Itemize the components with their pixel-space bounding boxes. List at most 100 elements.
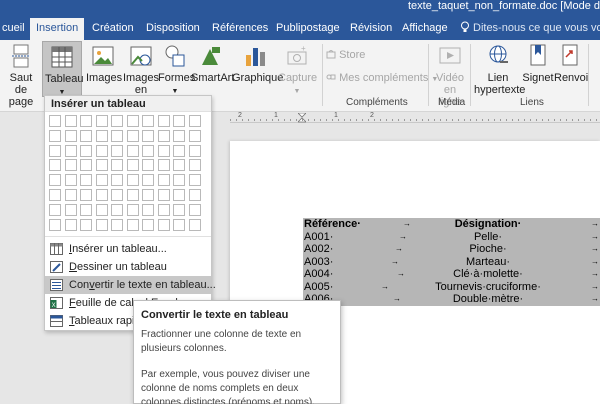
grid-cell[interactable] [188,189,201,201]
grid-cell[interactable] [142,218,154,231]
grid-cell[interactable] [49,189,61,201]
tab-revision[interactable]: Révision [350,18,392,40]
grid-cell[interactable] [111,203,123,216]
grid-cell[interactable] [111,218,123,231]
grid-cell[interactable] [173,189,185,201]
tab-disposition[interactable]: Disposition [146,18,200,40]
grid-cell[interactable] [126,203,139,216]
grid-cell[interactable] [142,144,154,157]
grid-cell[interactable] [95,129,108,142]
grid-cell[interactable] [173,174,185,187]
grid-cell[interactable] [157,203,170,216]
grid-cell[interactable] [64,218,77,231]
grid-cell[interactable] [95,189,108,201]
grid-cell[interactable] [80,218,92,231]
tab-insertion[interactable]: Insertion [30,18,85,40]
grid-cell[interactable] [157,115,170,127]
grid-cell[interactable] [188,218,201,231]
grid-cell[interactable] [111,159,123,172]
grid-cell[interactable] [142,129,154,142]
store-button[interactable]: Store [326,49,365,61]
grid-cell[interactable] [111,115,123,127]
grid-cell[interactable] [188,144,201,157]
tab-affichage[interactable]: Affichage [402,18,448,40]
grid-cell[interactable] [80,174,92,187]
grid-cell[interactable] [173,203,185,216]
bookmark-button[interactable]: Signet [522,43,554,84]
grid-cell[interactable] [49,144,61,157]
grid-cell[interactable] [80,159,92,172]
grid-cell[interactable] [126,189,139,201]
grid-cell[interactable] [80,189,92,201]
chart-button[interactable]: Graphique [232,43,283,84]
my-addins-button[interactable]: Mes compléments ▼ [326,72,438,84]
menu-item-draw-table[interactable]: Dessiner un tableau [45,258,211,276]
grid-cell[interactable] [157,159,170,172]
grid-cell[interactable] [95,174,108,187]
tell-me-box[interactable]: Dites-nous ce que vous voulez [460,18,600,40]
grid-cell[interactable] [111,174,123,187]
grid-cell[interactable] [188,174,201,187]
grid-cell[interactable] [126,218,139,231]
ruler-indent-marker[interactable] [298,113,306,123]
grid-cell[interactable] [80,115,92,127]
grid-cell[interactable] [64,115,77,127]
grid-cell[interactable] [111,144,123,157]
tab-publipostage[interactable]: Publipostage [276,18,340,40]
grid-cell[interactable] [64,203,77,216]
grid-cell[interactable] [142,189,154,201]
grid-cell[interactable] [126,159,139,172]
grid-cell[interactable] [157,129,170,142]
grid-cell[interactable] [64,144,77,157]
grid-cell[interactable] [95,115,108,127]
grid-cell[interactable] [80,203,92,216]
grid-cell[interactable] [126,174,139,187]
grid-cell[interactable] [173,129,185,142]
table-size-grid[interactable] [49,115,207,233]
grid-cell[interactable] [157,218,170,231]
grid-cell[interactable] [188,115,201,127]
grid-cell[interactable] [95,144,108,157]
grid-cell[interactable] [49,129,61,142]
tableau-button[interactable]: Tableau ▼ [42,41,84,97]
grid-cell[interactable] [49,218,61,231]
grid-cell[interactable] [157,189,170,201]
grid-cell[interactable] [111,129,123,142]
grid-cell[interactable] [111,189,123,201]
menu-item-insert-table[interactable]: Insérer un tableau... [45,240,211,258]
grid-cell[interactable] [64,129,77,142]
hyperlink-button[interactable]: Lien hypertexte [474,43,525,96]
grid-cell[interactable] [157,144,170,157]
tab-accueil[interactable]: cueil [2,18,25,40]
grid-cell[interactable] [95,218,108,231]
grid-cell[interactable] [95,203,108,216]
grid-cell[interactable] [173,115,185,127]
grid-cell[interactable] [126,115,139,127]
grid-cell[interactable] [142,115,154,127]
smartart-button[interactable]: SmartArt [191,43,234,84]
tab-references[interactable]: Références [212,18,268,40]
grid-cell[interactable] [142,203,154,216]
horizontal-ruler[interactable]: 2 1 1 2 [230,112,600,123]
grid-cell[interactable] [142,159,154,172]
cross-reference-button[interactable]: Renvoi [554,43,588,84]
screenshot-button[interactable]: + Capture ▼ [278,43,317,98]
grid-cell[interactable] [173,144,185,157]
grid-cell[interactable] [188,203,201,216]
grid-cell[interactable] [157,174,170,187]
grid-cell[interactable] [49,115,61,127]
grid-cell[interactable] [49,203,61,216]
grid-cell[interactable] [188,129,201,142]
grid-cell[interactable] [49,159,61,172]
grid-cell[interactable] [95,159,108,172]
grid-cell[interactable] [64,159,77,172]
grid-cell[interactable] [49,174,61,187]
grid-cell[interactable] [126,129,139,142]
document-text-block[interactable]: Référence· → Désignation· → A001· → Pell… [303,218,600,306]
grid-cell[interactable] [173,159,185,172]
grid-cell[interactable] [188,159,201,172]
page-break-button[interactable]: Saut de page [4,43,38,108]
shapes-button[interactable]: Formes ▼ [158,43,195,98]
grid-cell[interactable] [80,144,92,157]
grid-cell[interactable] [64,174,77,187]
